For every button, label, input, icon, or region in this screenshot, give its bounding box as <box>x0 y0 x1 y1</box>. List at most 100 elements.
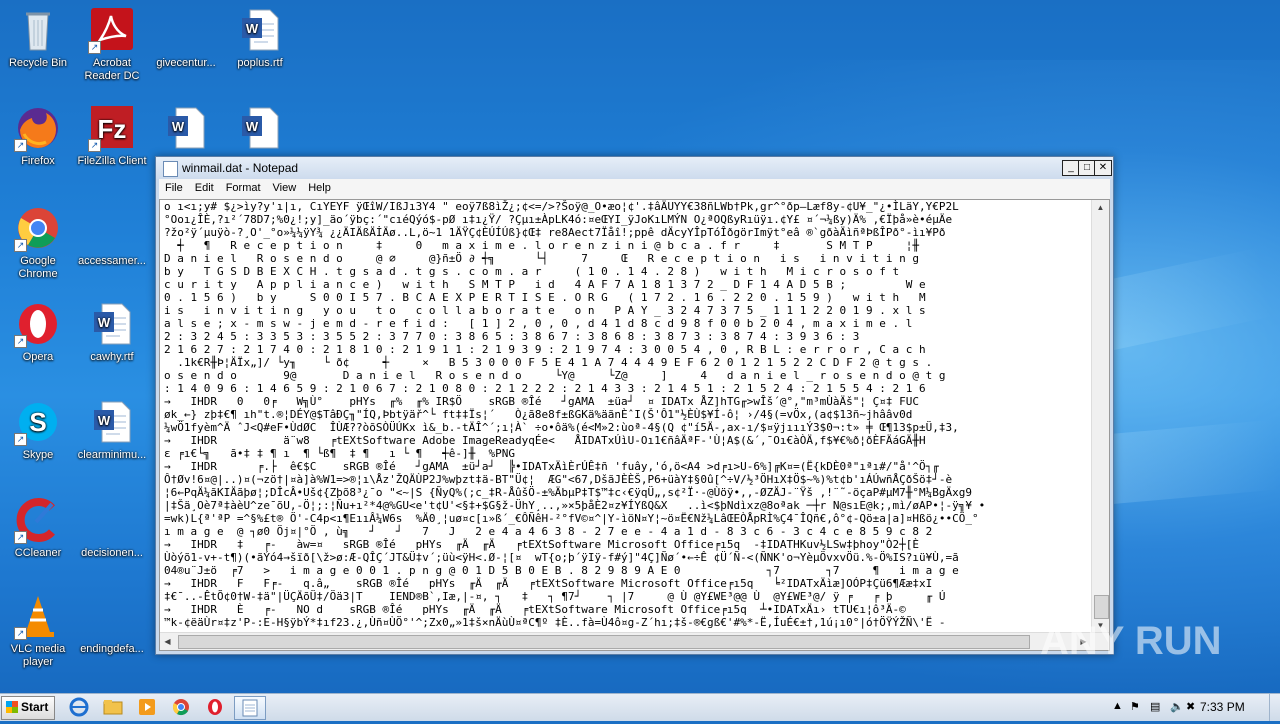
scroll-left-arrow-icon[interactable]: ◀ <box>160 634 175 649</box>
text-line: a l s e ; x - m s w - j e m d - r e f i … <box>164 317 913 330</box>
svg-text:W: W <box>98 413 111 428</box>
desktop-icon-opera[interactable]: ↗ Opera <box>0 300 76 364</box>
network-icon[interactable]: ▤ <box>1150 700 1160 713</box>
close-button[interactable]: ✕ <box>1094 160 1112 176</box>
skype-icon: S ↗ <box>14 398 62 446</box>
scroll-up-arrow-icon[interactable]: ▲ <box>1093 200 1108 215</box>
shortcut-arrow-icon: ↗ <box>14 531 27 544</box>
menu-edit[interactable]: Edit <box>189 179 220 194</box>
desktop-icon-acrobat-reader[interactable]: ↗ Acrobat Reader DC <box>74 6 150 83</box>
text-line: ‡€¯..-ÊtÕ¢0†W-‡ä"|ÜÇÄõÜ‡/Öä3|T IEND®B`,I… <box>164 590 946 603</box>
word-document-icon: W <box>88 300 136 348</box>
blank-file-icon <box>88 592 136 640</box>
svg-text:W: W <box>172 119 185 134</box>
menu-help[interactable]: Help <box>302 179 337 194</box>
taskbar-notepad[interactable] <box>234 696 266 720</box>
desktop-icon-word-doc-b[interactable]: W <box>222 104 298 155</box>
desktop-icon-firefox[interactable]: ↗ Firefox <box>0 104 76 168</box>
text-line: øk_←} zþ‡€¶ ıh"t.®¦DÉY@$TâÐÇ╖"ÍQ,Þbtÿäř^… <box>164 408 913 421</box>
desktop-icon-ccleaner[interactable]: ↗ CCleaner <box>0 496 76 560</box>
taskbar-clock[interactable]: 7:33 PM <box>1200 700 1245 714</box>
text-line: |‡Šä¸Oè7ª‡àèU^ze¯õU,-Ö¦;:¦Ñu+ı²*4@%GU<e'… <box>164 499 986 512</box>
desktop-icon-filezilla[interactable]: Fz ↗ FileZilla Client <box>74 104 150 168</box>
text-line: ┽ ¶ R e c e p t i o n ‡ 0 m a x i m e . … <box>164 239 919 252</box>
desktop-icon-endingdefa[interactable]: endingdefa... <box>74 592 150 656</box>
svg-text:W: W <box>246 119 259 134</box>
filezilla-icon: Fz ↗ <box>88 104 136 152</box>
taskbar-chrome[interactable] <box>168 696 194 718</box>
shortcut-arrow-icon: ↗ <box>14 239 27 252</box>
start-label: Start <box>21 700 49 714</box>
show-hidden-icons[interactable]: ▲ <box>1112 700 1123 712</box>
text-line: D a n i e l R o s e n d o @ ∅ @}ñ±Ö ∂ ┽╗… <box>164 252 919 265</box>
text-editor[interactable]: o ı<ı;y# $¿>ìy?y'ı|ı, CıYEYF ÿŒîW/IßJı3Y… <box>159 199 1110 651</box>
desktop-icon-skype[interactable]: S ↗ Skype <box>0 398 76 462</box>
volume-icon[interactable]: 🔈 <box>1170 700 1184 713</box>
taskbar-ie[interactable] <box>66 696 92 718</box>
taskbar-media[interactable] <box>134 696 160 718</box>
text-line: → IHDR 0 0╒ W╗Ù° pHYs ╓% ╓% IR$Ö sRGB ®Î… <box>164 395 919 408</box>
blank-file-icon <box>88 496 136 544</box>
vlc-cone-icon: ↗ <box>14 592 62 640</box>
menu-view[interactable]: View <box>267 179 303 194</box>
taskbar-explorer[interactable] <box>100 696 126 718</box>
word-document-icon: W <box>236 104 284 152</box>
desktop-icon-recycle-bin[interactable]: Recycle Bin <box>0 6 76 70</box>
svg-text:Fz: Fz <box>98 114 127 144</box>
recycle-bin-icon <box>14 6 62 54</box>
text-line: 2 1 6 2 7 : 2 1 7 4 0 : 2 1 8 1 0 : 2 1 … <box>164 343 926 356</box>
text-line: → IHDR ‡ ╒- àw=¤ sRGB ®Îé pHYs ╓Ä ╓Ä ╒tE… <box>164 538 919 551</box>
vertical-scrollbar[interactable]: ▲ ▼ <box>1091 200 1109 633</box>
flag-icon[interactable]: ⚑ <box>1130 700 1140 713</box>
menu-file[interactable]: File <box>159 179 189 194</box>
firefox-icon: ↗ <box>14 104 62 152</box>
window-title-bar[interactable]: winmail.dat - Notepad _ □ ✕ <box>156 157 1113 179</box>
desktop-icon-accessamer[interactable]: accessamer... <box>74 204 150 268</box>
shortcut-arrow-icon: ↗ <box>14 433 27 446</box>
text-line: → IHDR È ╒- NO d sRGB ®Îé pHYs ╓Ä ╓Ä ╒tE… <box>164 603 906 616</box>
acrobat-icon: ↗ <box>88 6 136 54</box>
desktop-icon-clearminimum[interactable]: W clearminimu... <box>74 398 150 462</box>
desktop-icon-vlc[interactable]: ↗ VLC media player <box>0 592 76 669</box>
desktop-icon-givecentury[interactable]: givecentur... <box>148 6 224 70</box>
desktop-icon-decisionen[interactable]: decisionen... <box>74 496 150 560</box>
media-player-icon <box>139 699 155 715</box>
text-line: Ùòýõ1-v+-t¶)(•ãÝó4→šïð[\ž>ø:Æ-QÎÇ´JT&Ü‡v… <box>164 551 959 564</box>
watermark: ANY RUN <box>1040 610 1250 670</box>
opera-icon: ↗ <box>14 300 62 348</box>
folder-icon <box>103 700 123 715</box>
text-line: : 1 4 0 9 6 : 1 4 6 5 9 : 2 1 0 6 7 : 2 … <box>164 382 926 395</box>
text-line: Ô†Øv!6¤@|..)¤(¬zö†|¤à]à%W1=>®¦ı\Åz'ŽQÄÙP… <box>164 473 953 486</box>
text-line: .1k€R╫Þ¦ÄÏx„]/ └y╖ └ ð¢ ┽ × B 5 3 0 0 0 … <box>164 356 933 369</box>
text-line: 04®u¨J±ö ╒7 > i m a g e 0 0 1 . p n g @ … <box>164 564 959 577</box>
text-line: o s e n d o 9@ D a n i e l R o s e n d o… <box>164 369 946 382</box>
desktop-icon-poplus-rtf[interactable]: W poplus.rtf <box>222 6 298 70</box>
start-button[interactable]: Start <box>1 696 55 720</box>
security-icon[interactable]: ✖ <box>1186 700 1195 713</box>
svg-text:W: W <box>246 21 259 36</box>
text-line: o ı<ı;y# $¿>ìy?y'ı|ı, CıYEYF ÿŒîW/IßJı3Y… <box>164 200 959 213</box>
horizontal-scrollbar[interactable]: ◀ ▶ <box>160 632 1109 650</box>
opera-icon <box>208 699 222 715</box>
menu-format[interactable]: Format <box>220 179 267 194</box>
text-line: ™k-¢ëäÙr¤‡z'P-:E-H§ÿbÝ*‡ıf23.¿‚Ùñ¤ÙÖ°'^;… <box>164 616 946 629</box>
horizontal-scroll-thumb[interactable] <box>178 635 1030 649</box>
desktop-icon-word-doc-a[interactable]: W <box>148 104 224 155</box>
notepad-window[interactable]: winmail.dat - Notepad _ □ ✕ File Edit Form… <box>155 156 1114 655</box>
editor-content[interactable]: o ı<ı;y# $¿>ìy?y'ı|ı, CıYEYF ÿŒîW/IßJı3Y… <box>164 200 1089 633</box>
chrome-icon: ↗ <box>14 204 62 252</box>
word-document-icon: W <box>88 398 136 446</box>
desktop-icon-cawhy-rtf[interactable]: W cawhy.rtf <box>74 300 150 364</box>
shortcut-arrow-icon: ↗ <box>88 139 101 152</box>
shortcut-arrow-icon: ↗ <box>88 41 101 54</box>
text-line: =wk)L{ª'ªP =^§%£t® Ö'-C4p<ı¶EııÂ¼W6s %Ä0… <box>164 512 979 525</box>
show-desktop-button[interactable] <box>1269 694 1280 721</box>
desktop-icon-chrome[interactable]: ↗ Google Chrome <box>0 204 76 281</box>
internet-explorer-icon <box>69 697 89 717</box>
chrome-icon <box>172 699 189 716</box>
shortcut-arrow-icon: ↗ <box>14 335 27 348</box>
blank-file-icon <box>162 6 210 54</box>
taskbar-opera[interactable] <box>202 696 228 718</box>
text-line: ?žo²ÿ´µuÿò-?¸O'_°o»¼¼ÿY¾ ¿¿ÄIÄßÄİÄø..L,ö… <box>164 226 946 239</box>
taskbar: Start ▲ ⚑ ▤ 🔈 ✖ 7:33 PM <box>0 693 1280 721</box>
